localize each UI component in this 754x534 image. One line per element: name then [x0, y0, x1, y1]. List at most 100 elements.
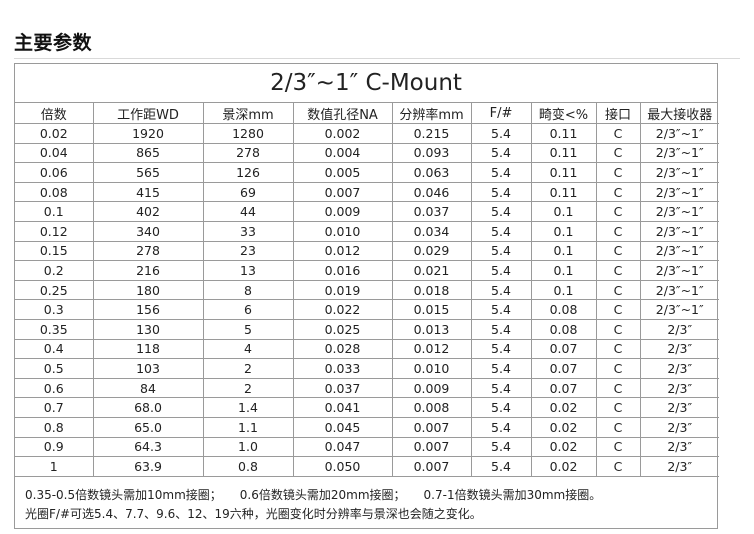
table-cell: 0.11 [531, 162, 597, 183]
table-cell: 5.4 [471, 339, 532, 360]
table-cell: 0.08 [531, 299, 597, 320]
table-cell: C [596, 339, 641, 360]
table-cell: 5.4 [471, 221, 532, 242]
table-row: 0.08 415 69 0.007 0.046 5.4 0.11 C 2/3″~1″ [15, 182, 719, 203]
table-cell: C [596, 417, 641, 438]
table-cell: 33 [203, 221, 294, 242]
table-cell: 0.25 [15, 280, 94, 301]
heading-divider [14, 58, 740, 59]
table-cell: 0.093 [392, 143, 472, 164]
table-cell: 2/3″ [640, 358, 719, 379]
table-cell: C [596, 456, 641, 477]
table-cell: 0.07 [531, 358, 597, 379]
table-cell: 0.007 [392, 437, 472, 458]
table-cell: 0.029 [392, 241, 472, 262]
column-header: F/# [471, 103, 532, 124]
table-cell: C [596, 437, 641, 458]
table-cell: 0.02 [531, 397, 597, 418]
table-row: 0.2 216 13 0.016 0.021 5.4 0.1 C 2/3″~1″ [15, 260, 719, 281]
table-cell: 0.019 [293, 280, 393, 301]
table-cell: 0.6 [15, 378, 94, 399]
section-heading: 主要参数 [14, 32, 93, 54]
table-row: 0.9 64.3 1.0 0.047 0.007 5.4 0.02 C 2/3″ [15, 437, 719, 458]
spec-table: 倍数 工作距WD 景深mm 数值孔径NA 分辨率mm F/# 畸变<% 接口 最大接收器 0.0… [15, 103, 719, 477]
table-cell: 0.007 [392, 417, 472, 438]
table-cell: C [596, 280, 641, 301]
table-cell: 0.35 [15, 319, 94, 340]
table-row: 1 63.9 0.8 0.050 0.007 5.4 0.02 C 2/3″ [15, 456, 719, 477]
table-cell: 0.04 [15, 143, 94, 164]
table-cell: 1 [15, 456, 94, 477]
table-cell: 44 [203, 201, 294, 222]
table-cell: 103 [93, 358, 204, 379]
column-header: 景深mm [203, 103, 294, 124]
table-cell: 2/3″~1″ [640, 260, 719, 281]
table-cell: 5.4 [471, 397, 532, 418]
table-cell: 865 [93, 143, 204, 164]
table-cell: 0.037 [392, 201, 472, 222]
table-cell: 0.3 [15, 299, 94, 320]
table-cell: 2/3″~1″ [640, 299, 719, 320]
table-cell: 0.018 [392, 280, 472, 301]
table-cell: 5.4 [471, 358, 532, 379]
table-cell: 0.013 [392, 319, 472, 340]
table-cell: 565 [93, 162, 204, 183]
table-cell: 5 [203, 319, 294, 340]
table-cell: 0.007 [293, 182, 393, 203]
table-cell: 5.4 [471, 201, 532, 222]
table-cell: C [596, 201, 641, 222]
table-cell: 0.009 [392, 378, 472, 399]
table-cell: 0.15 [15, 241, 94, 262]
table-cell: 402 [93, 201, 204, 222]
table-cell: 0.7 [15, 397, 94, 418]
table-title: 2/3″~1″ C-Mount [15, 64, 717, 103]
table-cell: 5.4 [471, 456, 532, 477]
table-cell: 2/3″ [640, 437, 719, 458]
table-cell: 0.012 [392, 339, 472, 360]
table-cell: 126 [203, 162, 294, 183]
table-cell: 0.021 [392, 260, 472, 281]
table-cell: 0.033 [293, 358, 393, 379]
table-cell: 216 [93, 260, 204, 281]
table-row: 0.04 865 278 0.004 0.093 5.4 0.11 C 2/3″~1″ [15, 143, 719, 164]
table-cell: 5.4 [471, 417, 532, 438]
table-cell: 5.4 [471, 123, 532, 144]
table-cell: 0.9 [15, 437, 94, 458]
table-cell: 0.1 [15, 201, 94, 222]
table-cell: C [596, 221, 641, 242]
table-cell: 5.4 [471, 143, 532, 164]
table-cell: C [596, 397, 641, 418]
table-cell: 64.3 [93, 437, 204, 458]
table-row: 0.8 65.0 1.1 0.045 0.007 5.4 0.02 C 2/3″ [15, 417, 719, 438]
table-cell: 0.012 [293, 241, 393, 262]
table-cell: 0.8 [203, 456, 294, 477]
table-cell: 278 [203, 143, 294, 164]
table-cell: 0.1 [531, 221, 597, 242]
notes-block: 0.35-0.5倍数镜头需加10mm接圈； 0.6倍数镜头需加20mm接圈； 0.7… [15, 477, 717, 528]
table-cell: 0.1 [531, 280, 597, 301]
table-cell: 0.8 [15, 417, 94, 438]
table-cell: 2/3″ [640, 397, 719, 418]
table-cell: 5.4 [471, 280, 532, 301]
table-cell: 2 [203, 358, 294, 379]
table-cell: 5.4 [471, 241, 532, 262]
table-cell: 2/3″ [640, 319, 719, 340]
table-cell: 0.11 [531, 143, 597, 164]
table-cell: 63.9 [93, 456, 204, 477]
spec-table-frame: 2/3″~1″ C-Mount 倍数 工作距WD 景深mm 数值孔径NA 分辨率mm F/… [14, 63, 719, 529]
table-cell: 0.046 [392, 182, 472, 203]
table-cell: 0.4 [15, 339, 94, 360]
table-cell: 0.5 [15, 358, 94, 379]
table-cell: C [596, 299, 641, 320]
table-cell: 0.010 [392, 358, 472, 379]
table-cell: 0.007 [392, 456, 472, 477]
table-cell: 69 [203, 182, 294, 203]
table-cell: 0.016 [293, 260, 393, 281]
table-cell: 0.11 [531, 123, 597, 144]
table-cell: 0.002 [293, 123, 393, 144]
table-cell: 2/3″~1″ [640, 143, 719, 164]
table-cell: 0.1 [531, 201, 597, 222]
table-cell: 0.11 [531, 182, 597, 203]
table-cell: C [596, 162, 641, 183]
table-cell: 0.045 [293, 417, 393, 438]
